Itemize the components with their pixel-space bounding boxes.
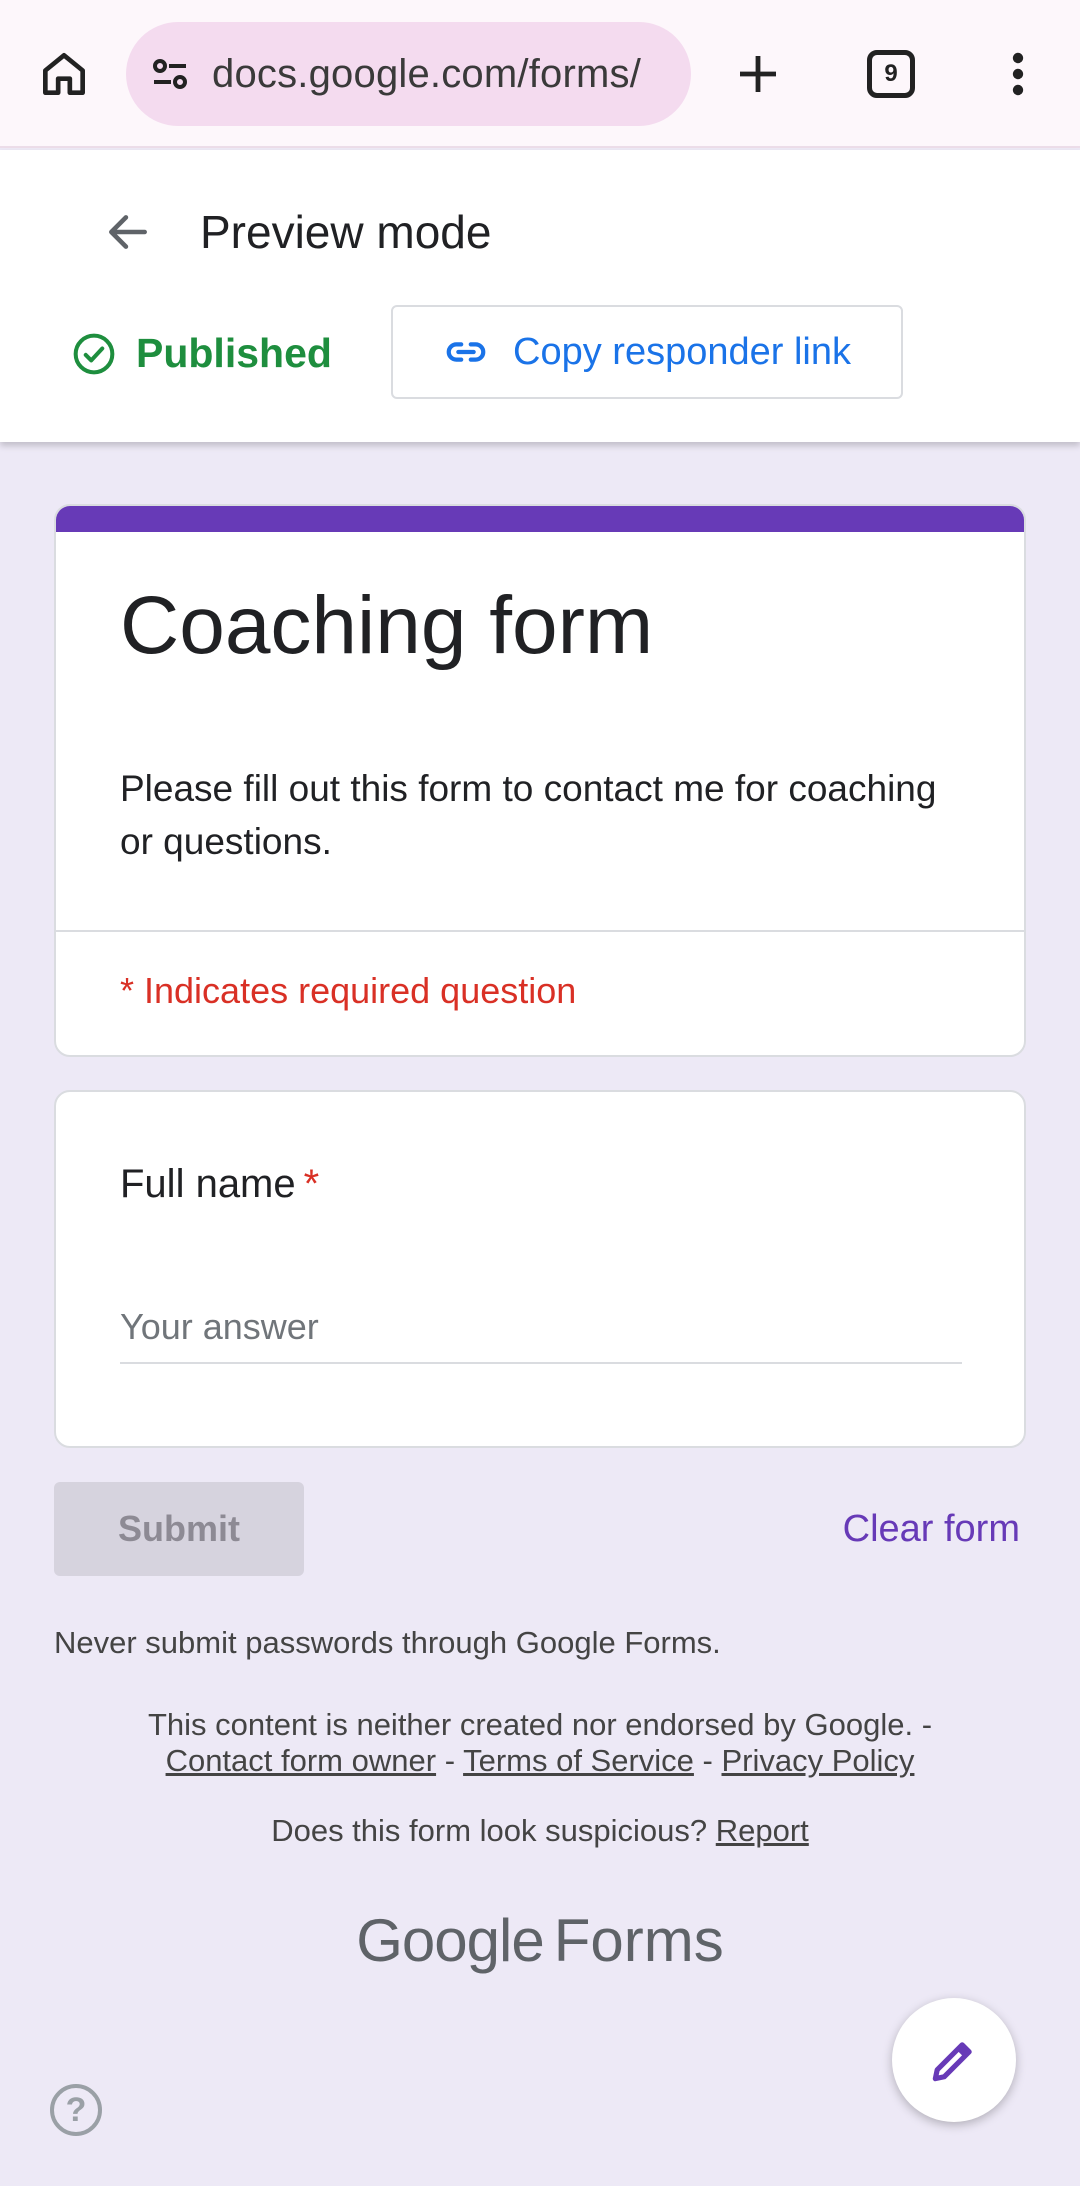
url-text[interactable]: docs.google.com/forms/ [212, 52, 641, 97]
published-status: Published [72, 330, 332, 377]
new-tab-icon[interactable] [722, 38, 794, 110]
required-note: * Indicates required question [120, 970, 577, 1011]
link-icon [446, 342, 486, 362]
logo-forms-text: Forms [553, 1907, 724, 1974]
divider [56, 930, 1024, 932]
full-name-input[interactable] [120, 1292, 962, 1364]
question-label: Full name * [120, 1156, 319, 1212]
question-card: Full name * [54, 1090, 1026, 1448]
privacy-link[interactable]: Privacy Policy [722, 1743, 915, 1778]
overflow-menu-icon[interactable] [994, 38, 1042, 110]
tab-count: 9 [884, 60, 898, 87]
question-text: Full name [120, 1162, 296, 1206]
preview-header: Preview mode Published Copy responder li… [0, 150, 1080, 442]
edit-pencil-icon[interactable] [892, 1998, 1016, 2122]
browser-toolbar: docs.google.com/forms/ 9 [0, 0, 1080, 148]
check-circle-icon [73, 333, 115, 374]
required-asterisk: * [303, 1162, 320, 1206]
page-title: Preview mode [200, 206, 492, 258]
address-bar[interactable]: docs.google.com/forms/ [126, 22, 691, 126]
tab-switcher-icon[interactable]: 9 [867, 50, 915, 98]
contact-owner-link[interactable]: Contact form owner [166, 1743, 437, 1778]
status-label: Published [136, 330, 332, 376]
suspicious-line: Does this form look suspicious? Report [0, 1812, 1080, 1850]
site-settings-icon[interactable] [146, 50, 194, 98]
report-link[interactable]: Report [716, 1813, 809, 1848]
copy-link-label: Copy responder link [513, 330, 851, 373]
separator: - [702, 1743, 713, 1778]
form-description: Please fill out this form to contact me … [120, 768, 937, 862]
accent-bar [56, 506, 1024, 532]
clear-form-button[interactable]: Clear form [800, 1497, 1020, 1561]
suspicious-text: Does this form look suspicious? [271, 1813, 708, 1848]
form-header-card: Coaching form Please fill out this form … [54, 504, 1026, 1057]
home-icon[interactable] [28, 38, 100, 110]
terms-link[interactable]: Terms of Service [463, 1743, 694, 1778]
submit-button[interactable]: Submit [54, 1482, 304, 1576]
disclaimer-text: This content is neither created nor endo… [147, 1707, 933, 1742]
footer-links: Contact form owner - Terms of Service - … [0, 1742, 1080, 1780]
form-title: Coaching form [120, 580, 654, 671]
copy-responder-link-button[interactable]: Copy responder link [391, 305, 903, 399]
help-icon[interactable]: ? [50, 2084, 102, 2136]
back-arrow-icon[interactable] [96, 200, 160, 264]
logo-google-text: Google [356, 1907, 544, 1974]
separator: - [444, 1743, 456, 1778]
google-forms-logo: Google Forms [0, 1906, 1080, 1976]
password-warning: Never submit passwords through Google Fo… [54, 1625, 721, 1660]
